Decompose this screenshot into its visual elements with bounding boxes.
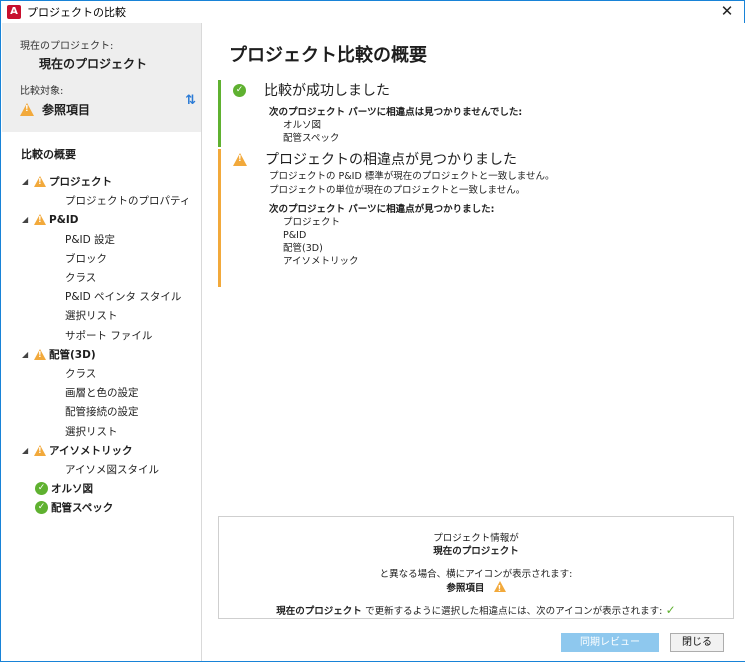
page-title: プロジェクト比較の概要	[229, 45, 427, 66]
tree-node-child[interactable]: ブロック	[2, 249, 201, 268]
tree-node-label: ブロック	[65, 252, 107, 265]
close-icon[interactable]: ✕	[710, 1, 744, 23]
tree-node-pid[interactable]: ◢ P&ID	[2, 210, 201, 229]
tree-node-child[interactable]: プロジェクトのプロパティ	[2, 191, 201, 210]
tree-node-label: クラス	[65, 272, 97, 285]
warning-icon	[20, 103, 34, 116]
tree-node-spec[interactable]: ✓ 配管スペック	[2, 498, 201, 517]
sync-review-button[interactable]: 同期レビュー	[561, 633, 659, 652]
success-heading: 比較が成功しました	[264, 83, 390, 99]
legend-line-3: と異なる場合、横にアイコンが表示されます:	[379, 569, 573, 580]
project-info: 現在のプロジェクト: 現在のプロジェクト 比較対象: 参照項目 ⇅	[2, 23, 201, 132]
tree-node-label: 配管スペック	[51, 502, 114, 515]
tree-node-child[interactable]: アイソメ図スタイル	[2, 460, 201, 479]
check-circle-icon: ✓	[35, 482, 48, 496]
tree-node-label: プロジェクト	[49, 176, 112, 189]
swap-icon[interactable]: ⇅	[185, 93, 196, 108]
warning-icon	[233, 152, 247, 166]
tree-node-label: P&ID	[49, 213, 79, 226]
legend-box: プロジェクト情報が 現在のプロジェクト と異なる場合、横にアイコンが表示されます…	[218, 516, 734, 619]
list-item: 配管(3D)	[283, 243, 323, 254]
compare-target-value: 参照項目	[42, 103, 91, 117]
summary-panel: プロジェクト比較の概要 ✓ 比較が成功しました 次のプロジェクト パーツに相違点…	[203, 23, 745, 661]
tree-node-isometric[interactable]: ◢ アイソメトリック	[2, 441, 201, 460]
legend-current: 現在のプロジェクト	[276, 606, 362, 617]
tree-node-child[interactable]: 選択リスト	[2, 306, 201, 325]
tree-node-child[interactable]: クラス	[2, 364, 201, 383]
differences-heading: プロジェクトの相違点が見つかりました	[265, 152, 517, 168]
list-item: オルソ図	[283, 120, 322, 131]
compare-dialog: A プロジェクトの比較 ✕ 現在のプロジェクト: 現在のプロジェクト 比較対象:…	[0, 0, 745, 662]
current-project-label: 現在のプロジェクト:	[20, 41, 114, 52]
collapse-icon[interactable]: ◢	[22, 446, 34, 455]
warning-icon	[34, 176, 46, 188]
tree-node-label: アイソメ図スタイル	[65, 463, 159, 476]
tree-node-child[interactable]: クラス	[2, 268, 201, 287]
tree-node-label: P&ID 設定	[65, 233, 116, 246]
differences-section: プロジェクトの相違点が見つかりました プロジェクトの P&ID 標準が現在のプロ…	[218, 149, 555, 287]
difference-line: プロジェクトの P&ID 標準が現在のプロジェクトと一致しません。	[269, 171, 555, 182]
list-item: アイソメトリック	[283, 256, 359, 267]
tree-node-label: P&ID ペインタ スタイル	[65, 291, 182, 304]
compare-target-label: 比較対象:	[20, 86, 64, 97]
tree-node-piping[interactable]: ◢ 配管(3D)	[2, 345, 201, 364]
legend-line-5: 現在のプロジェクト で更新するように選択した相違点には、次のアイコンが表示されま…	[219, 604, 733, 618]
success-section: ✓ 比較が成功しました 次のプロジェクト パーツに相違点は見つかりませんでした:…	[218, 80, 522, 147]
left-panel: 現在のプロジェクト: 現在のプロジェクト 比較対象: 参照項目 ⇅ 比較の概要 …	[2, 23, 202, 661]
window-title: プロジェクトの比較	[27, 6, 126, 19]
list-item: P&ID	[283, 230, 307, 241]
tree-node-label: 配管(3D)	[49, 348, 96, 361]
collapse-icon[interactable]: ◢	[22, 177, 34, 186]
close-button[interactable]: 閉じる	[670, 633, 724, 652]
tree-node-label: クラス	[65, 367, 97, 380]
collapse-icon[interactable]: ◢	[22, 350, 34, 359]
tree-node-label: アイソメトリック	[49, 444, 133, 457]
legend-line-4: 参照項目	[219, 581, 733, 595]
tree-node-child[interactable]: 配管接続の設定	[2, 402, 201, 421]
legend-line-2: 現在のプロジェクト	[433, 546, 519, 557]
tree-node-label: 配管接続の設定	[65, 406, 139, 419]
legend-desc: で更新するように選択した相違点には、次のアイコンが表示されます:	[365, 606, 663, 617]
tree-node-label: 選択リスト	[65, 425, 118, 438]
list-item: プロジェクト	[283, 217, 341, 228]
tree-node-child[interactable]: 画層と色の設定	[2, 383, 201, 402]
differences-subheading: 次のプロジェクト パーツに相違点が見つかりました:	[269, 204, 495, 215]
tree-node-label: プロジェクトのプロパティ	[65, 195, 191, 208]
tree-node-label: サポート ファイル	[65, 329, 153, 342]
check-circle-icon: ✓	[35, 501, 48, 515]
tree-node-child[interactable]: 選択リスト	[2, 421, 201, 440]
legend-line-1: プロジェクト情報が	[433, 533, 519, 544]
tree-node-child[interactable]: P&ID ペインタ スタイル	[2, 287, 201, 306]
warning-icon	[34, 214, 46, 226]
warning-icon	[34, 444, 46, 456]
list-item: 配管スペック	[283, 133, 340, 144]
legend-reference: 参照項目	[446, 583, 485, 594]
summary-tree-title: 比較の概要	[21, 148, 76, 161]
app-icon: A	[7, 5, 21, 19]
title-bar: A プロジェクトの比較 ✕	[1, 1, 744, 23]
tree-node-child[interactable]: サポート ファイル	[2, 326, 201, 345]
success-subheading: 次のプロジェクト パーツに相違点は見つかりませんでした:	[269, 107, 523, 118]
tree-node-child[interactable]: P&ID 設定	[2, 230, 201, 249]
tree-node-project[interactable]: ◢ プロジェクト	[2, 172, 201, 191]
warning-icon	[493, 581, 506, 595]
difference-line: プロジェクトの単位が現在のプロジェクトと一致しません。	[269, 185, 526, 196]
current-project-value: 現在のプロジェクト	[39, 57, 148, 71]
check-circle-icon: ✓	[233, 83, 246, 97]
collapse-icon[interactable]: ◢	[22, 215, 34, 224]
tree-node-ortho[interactable]: ✓ オルソ図	[2, 479, 201, 498]
warning-icon	[34, 348, 46, 360]
tree-node-label: 選択リスト	[65, 310, 118, 323]
tree-node-label: オルソ図	[51, 483, 93, 496]
compare-target: 参照項目	[20, 101, 201, 118]
summary-tree: ◢ プロジェクト プロジェクトのプロパティ ◢ P&ID P&ID 設定 ブロッ…	[2, 172, 201, 517]
tree-node-label: 画層と色の設定	[65, 387, 139, 400]
check-icon: ✓	[665, 603, 676, 617]
